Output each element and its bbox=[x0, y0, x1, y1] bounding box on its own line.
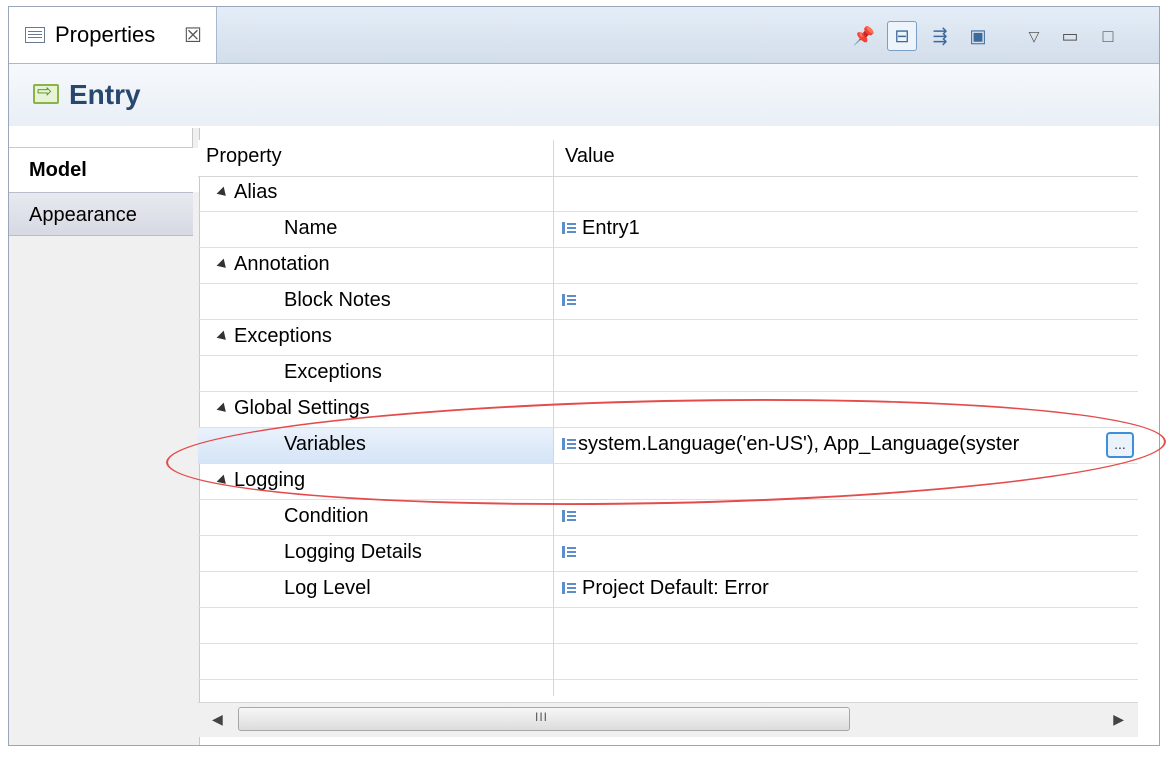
properties-icon bbox=[25, 27, 45, 43]
view-toolbar: 📌 ⊟ ⇶ ▣ ▽ ▭ □ bbox=[849, 21, 1149, 51]
view-tab-bar: Properties ☒ 📌 ⊟ ⇶ ▣ ▽ ▭ □ bbox=[9, 7, 1159, 64]
property-cell[interactable]: Log Level bbox=[198, 572, 553, 607]
property-label: Alias bbox=[234, 181, 278, 203]
text-value-icon bbox=[562, 222, 576, 234]
value-cell bbox=[554, 248, 1138, 283]
show-advanced-icon[interactable]: ⇶ bbox=[925, 21, 955, 51]
property-label: Exceptions bbox=[284, 361, 382, 383]
property-cell[interactable]: Logging bbox=[198, 464, 553, 499]
value-cell bbox=[554, 392, 1138, 427]
value-cell[interactable] bbox=[554, 500, 1138, 535]
tab-appearance[interactable]: Appearance bbox=[9, 192, 193, 236]
properties-tab-label: Properties bbox=[55, 22, 156, 47]
show-categories-icon[interactable]: ⊟ bbox=[887, 21, 917, 51]
scroll-right-icon[interactable]: ▶ bbox=[1113, 711, 1124, 728]
scrollbar-thumb[interactable]: III bbox=[238, 707, 850, 731]
property-column-header[interactable]: Property bbox=[206, 145, 282, 168]
expand-collapse-icon[interactable] bbox=[216, 330, 230, 344]
entry-block-icon bbox=[33, 81, 59, 104]
text-value-icon bbox=[562, 546, 576, 558]
property-cell[interactable]: Exceptions bbox=[198, 356, 553, 391]
empty-row bbox=[198, 644, 1138, 680]
property-label: Logging bbox=[234, 469, 306, 491]
value-cell[interactable]: Entry1 bbox=[554, 212, 1138, 247]
property-label: Name bbox=[284, 217, 338, 239]
empty-row bbox=[198, 680, 1138, 696]
property-cell[interactable]: Alias bbox=[198, 176, 553, 211]
maximize-icon[interactable]: □ bbox=[1093, 21, 1123, 51]
property-label: Log Level bbox=[284, 577, 371, 599]
value-cell[interactable] bbox=[554, 356, 1138, 391]
property-sections: Model Appearance bbox=[9, 128, 200, 745]
horizontal-scrollbar[interactable]: ◀ III ▶ bbox=[198, 702, 1138, 737]
category-row[interactable]: Exceptions bbox=[198, 320, 1138, 356]
expand-collapse-icon[interactable] bbox=[216, 258, 230, 272]
property-label: Exceptions bbox=[234, 325, 332, 347]
property-row[interactable]: Logging Details bbox=[198, 536, 1138, 572]
property-cell[interactable]: Variables bbox=[198, 428, 553, 463]
property-label: Annotation bbox=[234, 253, 330, 275]
pin-editor-icon[interactable]: 📌 bbox=[849, 21, 879, 51]
property-label: Variables bbox=[284, 433, 366, 455]
category-row[interactable]: Alias bbox=[198, 176, 1138, 212]
expand-collapse-icon[interactable] bbox=[216, 402, 230, 416]
restore-default-icon[interactable]: ▣ bbox=[963, 21, 993, 51]
property-row[interactable]: Name Entry1 bbox=[198, 212, 1138, 248]
property-label: Logging Details bbox=[284, 541, 422, 563]
property-row[interactable]: Log Level Project Default: Error bbox=[198, 572, 1138, 608]
property-row[interactable]: Block Notes bbox=[198, 284, 1138, 320]
property-label: Block Notes bbox=[284, 289, 391, 311]
view-menu-icon[interactable]: ▽ bbox=[1019, 21, 1049, 51]
property-value: Project Default: Error bbox=[582, 577, 769, 599]
property-label: Condition bbox=[284, 505, 369, 527]
property-cell[interactable]: Condition bbox=[198, 500, 553, 535]
property-label: Global Settings bbox=[234, 397, 370, 419]
property-value: Entry1 bbox=[582, 217, 640, 239]
property-cell[interactable]: Block Notes bbox=[198, 284, 553, 319]
property-row[interactable]: Condition bbox=[198, 500, 1138, 536]
column-divider[interactable] bbox=[553, 140, 554, 696]
grid-header: Property Value bbox=[198, 140, 1138, 177]
page-title: Entry bbox=[69, 79, 141, 110]
close-icon[interactable]: ☒ bbox=[184, 23, 202, 48]
property-value: system.Language('en-US'), App_Language(s… bbox=[578, 433, 1020, 455]
property-cell[interactable]: Annotation bbox=[198, 248, 553, 283]
category-row[interactable]: Global Settings bbox=[198, 392, 1138, 428]
value-cell bbox=[554, 320, 1138, 355]
value-cell bbox=[554, 176, 1138, 211]
text-value-icon bbox=[562, 294, 576, 306]
text-value-icon bbox=[562, 510, 576, 522]
category-row[interactable]: Logging bbox=[198, 464, 1138, 500]
edit-variables-button[interactable]: ... bbox=[1106, 432, 1134, 458]
value-cell[interactable] bbox=[554, 284, 1138, 319]
value-cell bbox=[554, 464, 1138, 499]
category-row[interactable]: Annotation bbox=[198, 248, 1138, 284]
tab-model[interactable]: Model bbox=[9, 148, 199, 192]
expand-collapse-icon[interactable] bbox=[216, 186, 230, 200]
properties-tab[interactable]: Properties ☒ bbox=[9, 7, 217, 63]
property-cell[interactable]: Exceptions bbox=[198, 320, 553, 355]
section-tab-spacer bbox=[9, 128, 193, 148]
empty-row bbox=[198, 608, 1138, 644]
scroll-left-icon[interactable]: ◀ bbox=[212, 711, 223, 728]
value-cell[interactable] bbox=[554, 536, 1138, 571]
property-cell[interactable]: Logging Details bbox=[198, 536, 553, 571]
property-grid: Property Value Alias Name Entry1 Annotation… bbox=[198, 140, 1138, 696]
value-cell[interactable]: Project Default: Error bbox=[554, 572, 1138, 607]
property-cell[interactable]: Name bbox=[198, 212, 553, 247]
property-row[interactable]: Variables system.Language('en-US'), App_L… bbox=[198, 428, 1138, 464]
value-cell[interactable]: system.Language('en-US'), App_Language(s… bbox=[554, 428, 1138, 463]
property-row[interactable]: Exceptions bbox=[198, 356, 1138, 392]
property-cell[interactable]: Global Settings bbox=[198, 392, 553, 427]
text-value-icon bbox=[562, 582, 576, 594]
minimize-icon[interactable]: ▭ bbox=[1055, 21, 1085, 51]
expand-collapse-icon[interactable] bbox=[216, 474, 230, 488]
scrollbar-grip: III bbox=[535, 710, 549, 724]
text-value-icon bbox=[562, 438, 576, 450]
properties-title-bar: Entry bbox=[9, 64, 1159, 126]
value-column-header[interactable]: Value bbox=[565, 145, 615, 168]
